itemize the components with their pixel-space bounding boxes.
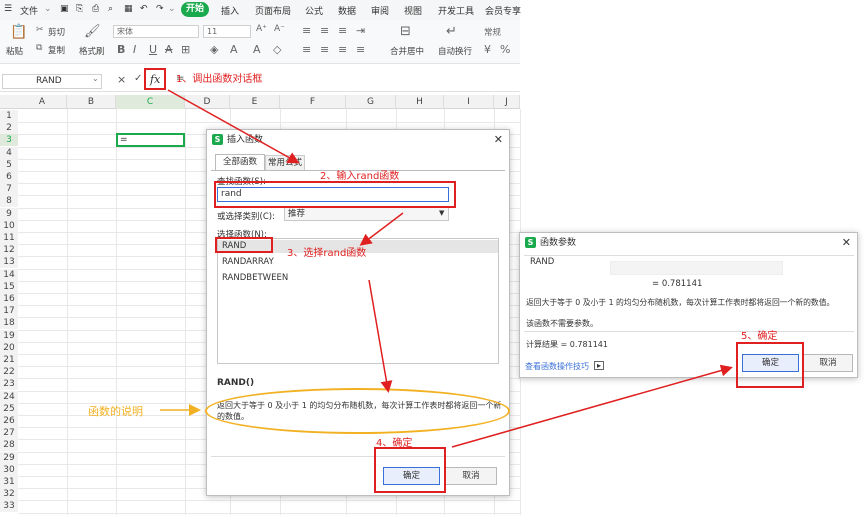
arrow-step4 (451, 364, 733, 448)
arrow-step1 (167, 89, 300, 164)
arrow-step2 (359, 212, 404, 246)
arrow-step3 (368, 279, 393, 393)
annotation-arrows (160, 89, 733, 448)
